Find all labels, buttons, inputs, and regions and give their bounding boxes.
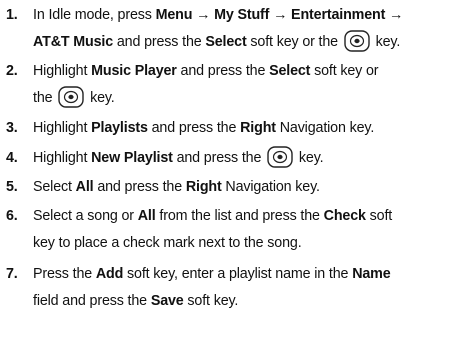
step-text: and press the [113,34,206,50]
step-text: Select a song or [33,208,138,224]
step-text: soft key or [310,63,379,79]
step-number: 2. [6,63,18,79]
step-text: In Idle mode, press [33,7,156,23]
step-text: soft key. [183,293,239,309]
menu-path-item: AT&T Music [33,34,114,50]
step-text: Highlight [33,63,92,79]
field-name: Name [352,266,391,282]
step-text: from the list and press the [155,208,324,224]
step-text: soft key, enter a playlist name in the [123,266,353,282]
step-number: 5. [6,179,18,195]
step-text: key to place a check mark next to the so… [33,235,302,251]
option-name: All [137,208,156,224]
step-text: the [33,90,57,106]
key-name: Right [185,179,222,195]
step-5: 5. Select All and press the Right Naviga… [6,174,464,201]
menu-path: Menu → My Stuff → Entertainment → [155,7,404,23]
step-number: 1. [6,7,18,23]
step-text: and press the [176,63,270,79]
key-name: Right [240,120,276,136]
step-6: 6. Select a song or All from the list an… [6,203,464,257]
menu-item: New Playlist [91,150,173,166]
step-2: 2. Highlight Music Player and press the … [6,58,464,118]
step-number: 7. [6,266,18,282]
step-text: key. [295,150,324,166]
menu-item: Music Player [91,63,177,79]
step-number: 4. [6,150,18,166]
softkey-name: Save [150,293,184,309]
step-text: soft [365,208,393,224]
softkey-name: Add [95,266,124,282]
option-name: All [75,179,94,195]
menu-item: Playlists [91,120,148,136]
softkey-name: Select [269,63,311,79]
step-7: 7. Press the Add soft key, enter a playl… [6,261,464,315]
instruction-page: 1. In Idle mode, press Menu → My Stuff →… [0,0,467,363]
softkey-name: Check [323,208,366,224]
step-text: Highlight [33,120,92,136]
step-text: key. [371,34,401,50]
step-text: Select [33,179,76,195]
step-text: key. [86,90,115,106]
step-text: soft key or the [246,34,342,50]
step-text: and press the [147,120,241,136]
step-text: Navigation key. [275,120,375,136]
step-number: 3. [6,120,18,136]
softkey-name: Select [205,34,247,50]
step-number: 6. [6,208,18,224]
step-text: Highlight [33,150,92,166]
step-text: and press the [172,150,266,166]
step-text: field and press the [33,293,151,309]
step-3: 3. Highlight Playlists and press the Rig… [6,115,464,142]
step-text: and press the [93,179,186,195]
step-1: 1. In Idle mode, press Menu → My Stuff →… [6,2,464,62]
step-text: Press the [33,266,96,282]
step-text: Navigation key. [221,179,320,195]
select-key-icon [58,86,84,118]
